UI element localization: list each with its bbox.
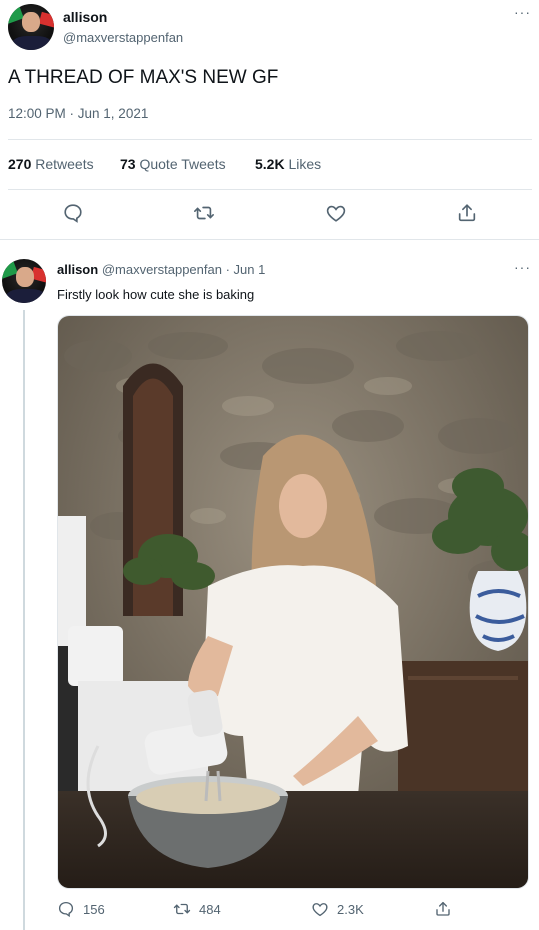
tweet-text: A THREAD OF MAX'S NEW GF — [8, 67, 279, 88]
retweet-button[interactable] — [193, 202, 215, 224]
likes-count: 5.2K — [255, 156, 285, 172]
baking-photo — [58, 316, 528, 888]
more-options-button[interactable]: ··· — [514, 4, 531, 20]
reply-display-name[interactable]: allison — [57, 262, 98, 277]
retweet-icon — [173, 903, 191, 915]
reply-button[interactable] — [62, 202, 84, 224]
like-icon — [312, 903, 328, 917]
retweets-label: Retweets — [35, 156, 94, 172]
thread-line — [23, 310, 25, 930]
reply-share-button[interactable] — [434, 900, 452, 918]
tweet-photo[interactable] — [57, 315, 529, 889]
display-name[interactable]: allison — [63, 9, 107, 25]
reply-text: Firstly look how cute she is baking — [57, 287, 255, 302]
retweets-stat[interactable]: 270 Retweets — [8, 156, 94, 172]
divider — [8, 139, 532, 140]
reply-header: allison @maxverstappenfan · Jun 1 — [57, 262, 265, 277]
divider — [8, 189, 532, 190]
like-count: 2.3K — [337, 901, 364, 917]
reply-icon — [64, 204, 82, 223]
reply-more-options-button[interactable]: ··· — [514, 259, 531, 275]
divider — [0, 239, 539, 240]
reply-avatar[interactable] — [2, 259, 46, 303]
reply-reply-button[interactable]: 156 — [57, 900, 105, 918]
quotes-label: Quote Tweets — [139, 156, 226, 172]
avatar[interactable] — [8, 4, 54, 50]
reply-like-button[interactable]: 2.3K — [311, 900, 364, 918]
reply-handle-date[interactable]: @maxverstappenfan · Jun 1 — [102, 262, 266, 277]
reply-icon — [58, 901, 74, 918]
share-button[interactable] — [456, 202, 478, 224]
likes-stat[interactable]: 5.2K Likes — [255, 156, 321, 172]
likes-label: Likes — [288, 156, 322, 172]
tweet-timestamp[interactable]: 12:00 PM · Jun 1, 2021 — [8, 106, 148, 121]
reply-retweet-button[interactable]: 484 — [173, 900, 221, 918]
retweet-count: 484 — [199, 901, 221, 917]
share-icon — [458, 204, 476, 222]
reply-count: 156 — [83, 901, 105, 917]
quote-tweets-stat[interactable]: 73 Quote Tweets — [120, 156, 226, 172]
retweet-icon — [194, 206, 214, 220]
quotes-count: 73 — [120, 156, 136, 172]
retweets-count: 270 — [8, 156, 32, 172]
like-button[interactable] — [325, 202, 347, 224]
share-icon — [436, 901, 450, 916]
like-icon — [326, 205, 346, 222]
user-handle[interactable]: @maxverstappenfan — [63, 30, 183, 45]
